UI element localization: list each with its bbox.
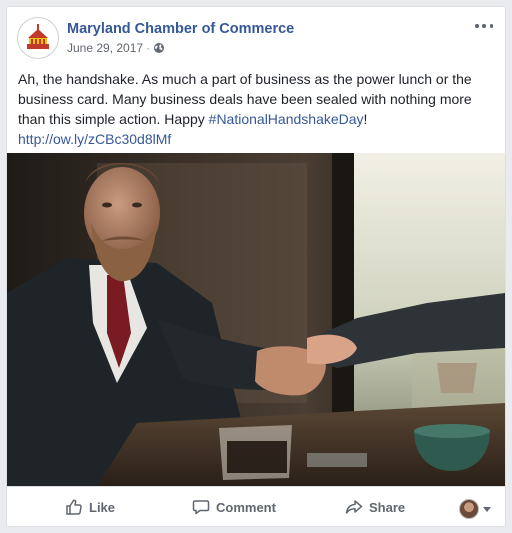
globe-icon[interactable] [153,42,165,54]
viewer-avatar [459,499,479,519]
post-meta: June 29, 2017 · [67,41,165,55]
post-as-selector[interactable] [459,499,491,519]
post-text-tail: ! [363,111,368,127]
like-button[interactable]: Like [65,498,115,516]
post-photo[interactable] [7,153,505,486]
more-dot-icon [475,24,479,28]
share-label: Share [369,499,406,515]
comment-label: Comment [216,499,276,515]
hashtag-link[interactable]: #NationalHandshakeDay [209,111,364,127]
more-dot-icon [482,24,486,28]
more-options-button[interactable] [475,19,493,33]
post-header: Maryland Chamber of Commerce June 29, 20… [7,7,505,69]
page-name-link[interactable]: Maryland Chamber of Commerce [67,21,294,37]
post-url-link[interactable]: http://ow.ly/zCBc30d8lMf [18,131,171,147]
meta-separator: · [146,41,151,55]
chamber-logo-icon [19,19,57,57]
share-button[interactable]: Share [345,498,405,516]
more-dot-icon [489,24,493,28]
share-arrow-icon [345,500,363,514]
handshake-photo-image [7,153,505,486]
chevron-down-icon [483,506,491,512]
post-card: Maryland Chamber of Commerce June 29, 20… [6,6,506,527]
thumbs-up-icon [66,499,82,515]
comment-button[interactable]: Comment [192,498,276,516]
post-message: Ah, the handshake. As much a part of bus… [18,69,498,149]
post-date[interactable]: June 29, 2017 [67,41,143,55]
comment-icon [192,500,210,515]
page-avatar[interactable] [17,17,59,59]
like-label: Like [89,499,116,515]
post-actions-bar: Like Comment Share [7,486,505,526]
